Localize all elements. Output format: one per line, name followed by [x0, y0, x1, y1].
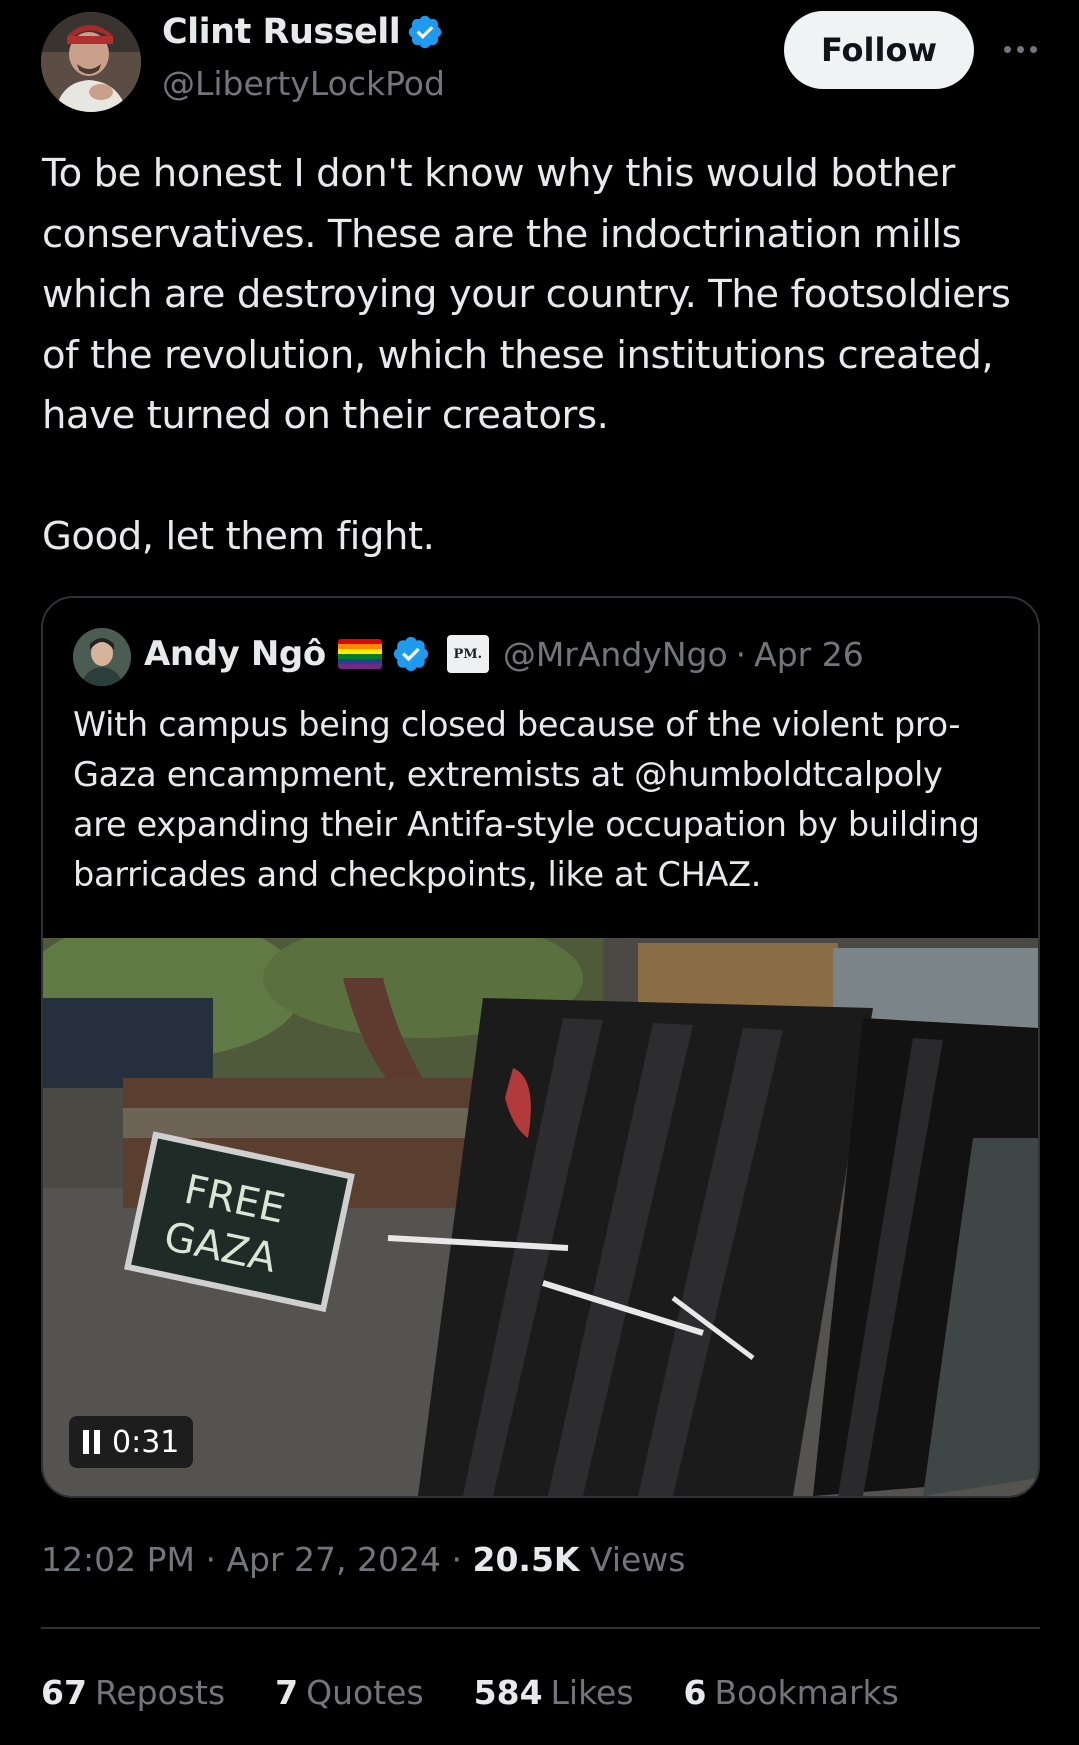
- quoted-author-row: Andy Ngô PM. @MrAndyNgo · Apr 26: [144, 634, 864, 674]
- divider: [41, 1627, 1040, 1629]
- author-name-row: Clint Russell: [162, 12, 444, 52]
- quotes-stat[interactable]: 7 Quotes: [275, 1673, 423, 1712]
- tweet-date[interactable]: Apr 27, 2024: [226, 1540, 441, 1579]
- verified-badge-icon: [409, 15, 442, 49]
- person-photo-avatar-icon: [41, 12, 141, 112]
- more-horizontal-icon[interactable]: [996, 36, 1044, 62]
- verified-badge-icon: [393, 636, 428, 672]
- tweet-line: To be honest I don't know why this would…: [42, 151, 955, 196]
- follow-button[interactable]: Follow: [784, 11, 974, 89]
- reposts-count: 67: [41, 1673, 87, 1712]
- quoted-handle[interactable]: @MrAndyNgo: [503, 635, 728, 674]
- bookmarks-count: 6: [683, 1673, 707, 1712]
- quoted-line: With campus being closed because of the …: [73, 705, 961, 744]
- quoted-date[interactable]: Apr 26: [754, 635, 864, 674]
- video-controls[interactable]: 0:31: [69, 1416, 194, 1468]
- tweet-meta: 12:02 PM · Apr 27, 2024 · 20.5K Views: [41, 1540, 686, 1579]
- bookmarks-label: Bookmarks: [714, 1673, 899, 1712]
- likes-count: 584: [473, 1673, 543, 1712]
- tweet-detail: Clint Russell @LibertyLockPod Follow To …: [0, 0, 1079, 1745]
- video-player[interactable]: FREE GAZA 0:31: [43, 938, 1038, 1496]
- quoted-tweet[interactable]: Andy Ngô PM. @MrAndyNgo · Apr 26 With ca…: [41, 596, 1040, 1498]
- person-photo-avatar-icon: [73, 628, 131, 686]
- reposts-label: Reposts: [94, 1673, 226, 1712]
- tweet-time[interactable]: 12:02 PM: [41, 1540, 195, 1579]
- dot: [1016, 45, 1024, 53]
- video-frame: FREE GAZA: [43, 938, 1038, 1496]
- likes-label: Likes: [550, 1673, 634, 1712]
- tweet-line: which are destroying your country. The f…: [42, 272, 1011, 317]
- tweet-line: conservatives. These are the indoctrinat…: [42, 211, 962, 257]
- reposts-stat[interactable]: 67 Reposts: [41, 1673, 225, 1712]
- affiliation-badge[interactable]: PM.: [446, 635, 489, 673]
- author-display-name[interactable]: Clint Russell: [162, 12, 401, 52]
- separator: ·: [205, 1540, 227, 1579]
- engagement-stats: 67 Reposts 7 Quotes 584 Likes 6 Bookmarks: [41, 1673, 949, 1712]
- likes-stat[interactable]: 584 Likes: [474, 1673, 634, 1712]
- separator: ·: [735, 634, 747, 674]
- tweet-text: To be honest I don't know why this would…: [42, 144, 1042, 567]
- views-label: Views: [589, 1540, 686, 1579]
- tweet-line: of the revolution, which these instituti…: [42, 332, 994, 378]
- tweet-line: Good, let them fight.: [42, 513, 435, 559]
- quoted-display-name[interactable]: Andy Ngô: [144, 634, 326, 674]
- views-count: 20.5K: [472, 1540, 580, 1579]
- quoted-text: With campus being closed because of the …: [73, 700, 1013, 900]
- rainbow-flag-icon: [337, 639, 382, 669]
- tweet-line: have turned on their creators.: [42, 393, 609, 438]
- pause-icon[interactable]: [83, 1430, 100, 1454]
- quoted-line: are expanding their Antifa-style occupat…: [73, 805, 980, 844]
- quoted-line: Gaza encampment, extremists at @humboldt…: [73, 755, 943, 794]
- quotes-label: Quotes: [306, 1673, 424, 1712]
- author-avatar[interactable]: [41, 12, 141, 112]
- dot: [1029, 45, 1037, 53]
- quoted-author-avatar[interactable]: [73, 628, 131, 686]
- dot: [1003, 45, 1011, 53]
- quoted-line: barricades and checkpoints, like at CHAZ…: [73, 855, 762, 894]
- quotes-count: 7: [275, 1673, 299, 1712]
- bookmarks-stat[interactable]: 6 Bookmarks: [684, 1673, 899, 1712]
- separator: ·: [451, 1540, 473, 1579]
- video-timestamp: 0:31: [112, 1424, 180, 1460]
- author-handle[interactable]: @LibertyLockPod: [162, 64, 445, 103]
